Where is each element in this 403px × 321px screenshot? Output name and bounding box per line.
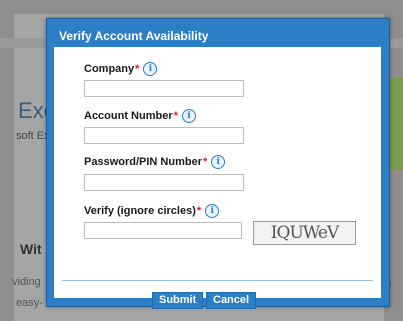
verify-input[interactable] — [84, 222, 242, 239]
required-marker: * — [202, 156, 208, 168]
account-number-input[interactable] — [84, 127, 244, 144]
info-icon[interactable]: i — [211, 155, 226, 169]
password-pin-input[interactable] — [84, 174, 244, 191]
background-subtext: soft Ex — [16, 130, 50, 142]
company-label: Company * i — [84, 62, 158, 76]
password-pin-label-text: Password/PIN Number — [84, 156, 202, 168]
info-icon[interactable]: i — [181, 109, 196, 123]
account-number-label: Account Number * i — [84, 109, 196, 123]
info-icon[interactable]: i — [205, 204, 220, 218]
background-text-line: easy- — [16, 297, 43, 309]
info-icon[interactable]: i — [143, 62, 158, 76]
verify-label-text: Verify (ignore circles) — [84, 205, 196, 217]
required-marker: * — [135, 63, 140, 75]
dialog-title: Verify Account Availability — [59, 29, 209, 43]
dialog-divider — [62, 280, 373, 281]
verify-label: Verify (ignore circles) * i — [84, 204, 220, 218]
cancel-button[interactable]: Cancel — [206, 292, 257, 309]
background-section-title: Wit — [20, 241, 42, 257]
required-marker: * — [173, 110, 178, 122]
password-pin-label: Password/PIN Number * i — [84, 155, 226, 169]
dialog-body: Company * i Account Number * i Password/… — [54, 47, 381, 309]
company-input[interactable] — [84, 80, 244, 97]
submit-button[interactable]: Submit — [152, 292, 204, 309]
captcha-image: IQUWeV — [253, 221, 356, 245]
background-text-line: viding — [12, 276, 41, 288]
account-number-label-text: Account Number — [84, 110, 173, 122]
verify-account-dialog: Verify Account Availability Company * i … — [46, 18, 390, 309]
company-label-text: Company — [84, 63, 135, 75]
required-marker: * — [196, 205, 202, 217]
